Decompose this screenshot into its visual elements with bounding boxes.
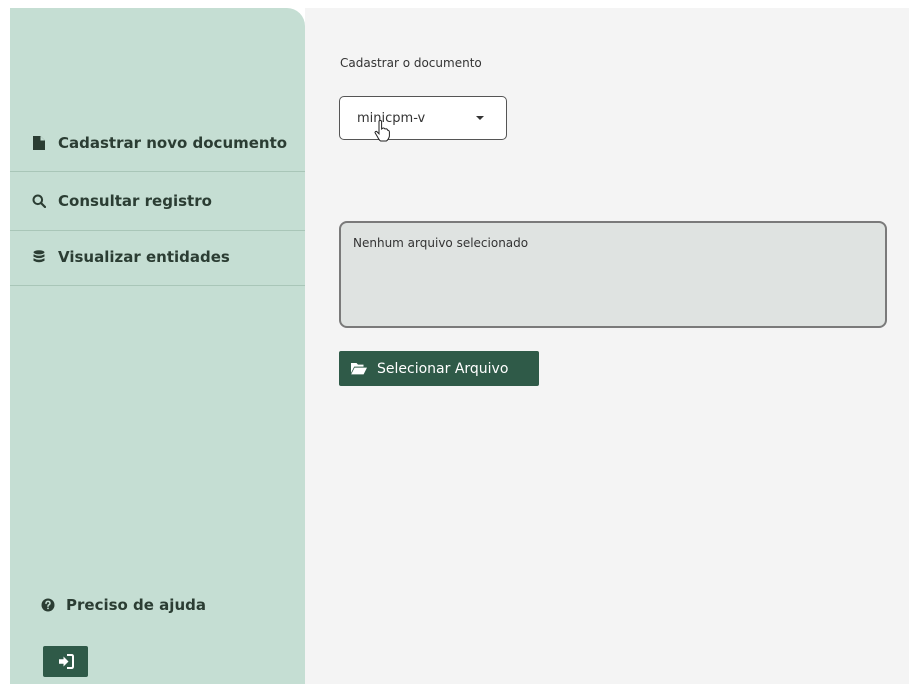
folder-open-icon	[351, 362, 367, 376]
database-icon	[32, 250, 46, 264]
select-file-label: Selecionar Arquivo	[377, 360, 509, 377]
search-icon	[32, 194, 46, 208]
sidebar-item-label: Consultar registro	[58, 192, 212, 210]
mouse-cursor-icon	[374, 120, 390, 142]
sidebar-item-label: Cadastrar novo documento	[58, 134, 288, 152]
sidebar-divider	[10, 171, 305, 172]
file-status-text: Nenhum arquivo selecionado	[353, 236, 529, 250]
sidebar-divider	[10, 285, 305, 286]
select-file-button[interactable]: Selecionar Arquivo	[339, 351, 539, 386]
app-window: Cadastrar novo documento Consultar regis…	[0, 0, 909, 684]
help-link[interactable]: Preciso de ajuda	[41, 596, 206, 614]
file-icon	[32, 136, 46, 150]
help-label: Preciso de ajuda	[66, 596, 206, 614]
caret-down-icon	[476, 116, 484, 120]
sidebar-item-cadastrar-novo-documento[interactable]: Cadastrar novo documento	[10, 129, 305, 157]
sidebar-divider	[10, 230, 305, 231]
logout-icon	[58, 654, 74, 669]
logout-button[interactable]	[43, 646, 88, 677]
sidebar-item-label: Visualizar entidades	[58, 248, 230, 266]
file-status-box: Nenhum arquivo selecionado	[339, 221, 887, 328]
sidebar-item-visualizar-entidades[interactable]: Visualizar entidades	[10, 243, 305, 271]
main-content: Cadastrar o documento minicpm-v Nenhum a…	[305, 8, 909, 684]
sidebar: Cadastrar novo documento Consultar regis…	[10, 8, 305, 684]
sidebar-item-consultar-registro[interactable]: Consultar registro	[10, 187, 305, 215]
section-label: Cadastrar o documento	[340, 56, 482, 70]
model-select[interactable]: minicpm-v	[339, 96, 507, 140]
model-select-value: minicpm-v	[357, 110, 426, 126]
question-circle-icon	[41, 598, 55, 612]
